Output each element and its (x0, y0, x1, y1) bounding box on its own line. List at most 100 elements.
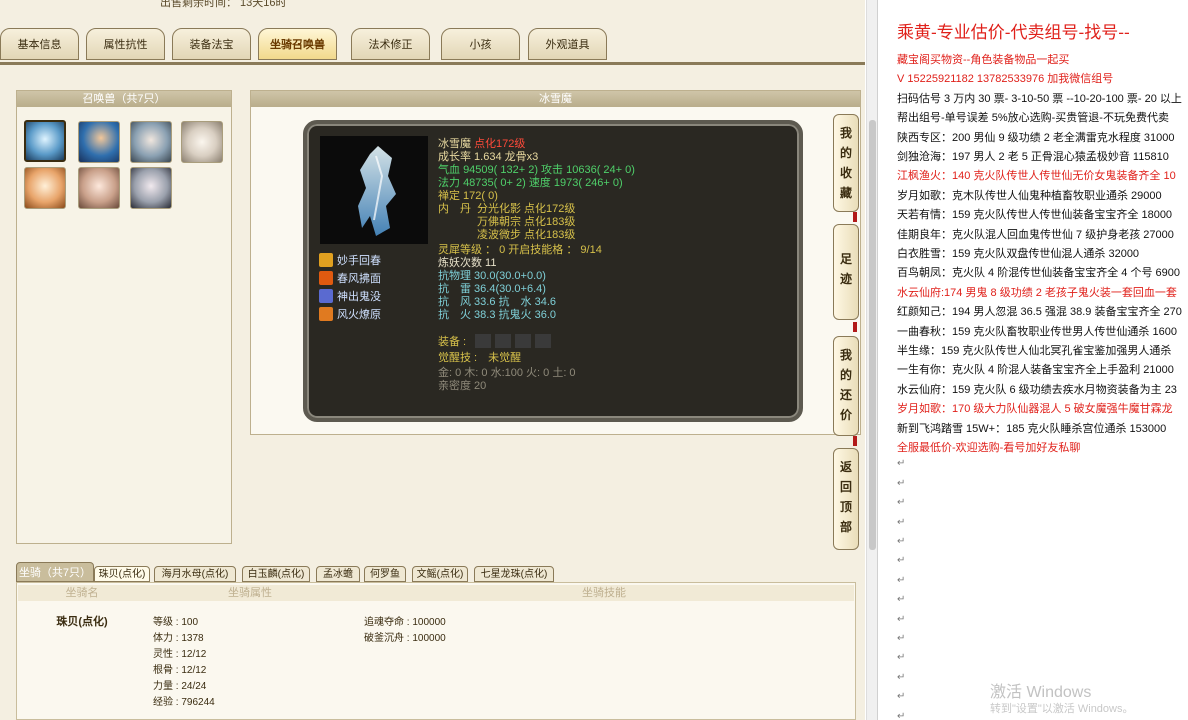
mount-name: 珠贝(点化) (56, 616, 108, 628)
skill-icon (319, 307, 333, 321)
doc-title: 乘黄-专业估价-代卖组号-找号-- (897, 23, 1130, 43)
my-offers-button[interactable]: 我的还价 (833, 336, 859, 436)
mount-experience: 经验 : 796244 (153, 697, 215, 708)
tab-spell-correction[interactable]: 法术修正 (351, 28, 430, 60)
summon-thumb-4[interactable] (181, 121, 223, 163)
neidan-3: 凌波微步 点化183级 (477, 229, 576, 241)
tab-basic-info[interactable]: 基本信息 (0, 28, 79, 60)
my-favorites-button[interactable]: 我的收藏 (833, 114, 859, 212)
doc-line: V 15225921182 13782533976 加我微信组号 (897, 73, 1114, 86)
neidan-2: 万佛朝宗 点化183级 (477, 216, 576, 228)
mount-spirit: 灵性 : 12/12 (153, 649, 207, 660)
summon-skill-4: 风火燎原 (319, 306, 381, 322)
doc-line: 江枫渔火：140 克火队传世人传世仙无价女鬼装备齐全 10 (897, 170, 1176, 183)
tab-mounts-summons[interactable]: 坐骑召唤兽 (258, 28, 337, 60)
summon-thumb-3[interactable] (130, 121, 172, 163)
paragraph-mark: ↵ (897, 458, 906, 470)
summon-skill-3: 神出鬼没 (319, 288, 381, 304)
tab-children[interactable]: 小孩 (441, 28, 520, 60)
mount-tab-3[interactable]: 白玉麟(点化) (242, 566, 310, 582)
back-to-top-button[interactable]: 返回顶部 (833, 448, 859, 550)
paragraph-mark: ↵ (897, 652, 906, 664)
paragraph-mark: ↵ (897, 633, 906, 644)
five-elements: 金: 0 木: 0 水:100 火: 0 土: 0 (438, 367, 576, 379)
windows-activation-watermark: 激活 Windows (990, 684, 1092, 701)
main-tabs: 基本信息 属性抗性 装备法宝 坐骑召唤兽 法术修正 小孩 外观道具 (0, 28, 865, 62)
divider-pin (853, 212, 857, 222)
mount-tab-5[interactable]: 何罗鱼 (364, 566, 406, 582)
tab-equipment[interactable]: 装备法宝 (172, 28, 251, 60)
neidan-1: 分光化影 点化172级 (477, 203, 576, 215)
summon-detail-title: 冰雪魔 (251, 91, 860, 107)
mount-header-attributes: 坐骑属性 (228, 587, 272, 599)
resist-physical: 抗物理 30.0(30.0+0.0) (438, 270, 546, 282)
equip-slot-1[interactable] (475, 334, 491, 348)
doc-line: 半生缘：159 克火队传世人仙北冥孔雀宝鉴加强男人通杀 (897, 345, 1172, 357)
summon-list-panel: 召唤兽（共7只） (16, 90, 232, 544)
footprints-button[interactable]: 足迹 (833, 224, 859, 320)
summon-hp: 94509( 132+ 2) (463, 164, 538, 176)
tab-appearance[interactable]: 外观道具 (528, 28, 607, 60)
doc-line: 扫码估号 3 万内 30 票- 3-10-50 票 --10-20-100 票-… (897, 92, 1182, 105)
doc-line: 百鸟朝凤：克火队 4 阶混传世仙装备宝宝齐全 4 个号 6900 (897, 267, 1180, 280)
resist-fire: 抗 火 38.3 抗鬼火 36.0 (438, 309, 556, 321)
mount-skill-2: 破釜沉舟 : 100000 (364, 633, 446, 644)
paragraph-mark: ↵ (897, 710, 906, 720)
equip-slot-2[interactable] (495, 334, 511, 348)
mount-tab-6[interactable]: 文鳐(点化) (412, 566, 468, 582)
equip-label: 装备 : (438, 336, 467, 348)
lianyao-count: 炼妖次数 11 (438, 257, 497, 269)
paragraph-mark: ↵ (897, 516, 906, 528)
doc-line: 白衣胜雪：159 克火队双盘传世仙混人通杀 32000 (897, 248, 1140, 260)
mount-skill-1: 追魂夺命 : 100000 (364, 617, 446, 628)
doc-line: 一生有你：克火队 4 阶混人装备宝宝齐全上手盈利 21000 (897, 364, 1174, 377)
summon-list-title: 召唤兽（共7只） (17, 91, 231, 107)
windows-activation-hint: 转到"设置"以激活 Windows。 (990, 703, 1134, 715)
tab-attributes[interactable]: 属性抗性 (86, 28, 165, 60)
mount-tab-7[interactable]: 七星龙珠(点化) (474, 566, 554, 582)
document-pane: 乘黄-专业估价-代卖组号-找号-- 藏宝阁买物资--角色装备物品一起买 V 152… (877, 0, 1188, 720)
sale-time-remaining: 出售剩余时间： 13天16时 (160, 0, 287, 9)
tab-underline (0, 62, 865, 65)
summon-thumb-2[interactable] (78, 121, 120, 163)
paragraph-mark: ↵ (897, 497, 906, 509)
summon-name: 冰雪魔 (438, 138, 471, 150)
summon-attack: 10636( 24+ 0) (566, 164, 635, 176)
summon-skill-2: 春风拂面 (319, 270, 381, 286)
skill-icon (319, 271, 333, 285)
divider-pin (853, 322, 857, 332)
summon-grade: 点化172级 (474, 138, 526, 150)
mount-tab-4[interactable]: 孟冰蟾 (316, 566, 360, 582)
scrollbar[interactable] (866, 0, 877, 720)
equip-slot-4[interactable] (535, 334, 551, 348)
doc-line: 水云仙府:174 男鬼 8 级功绩 2 老孩子鬼火装一套回血一套 (897, 286, 1177, 299)
doc-line: 岁月如歌：克木队传世人仙鬼种植畜牧职业通杀 29000 (897, 189, 1162, 202)
summon-skill-1: 妙手回春 (319, 252, 381, 268)
mount-level: 等级 : 100 (153, 617, 199, 628)
paragraph-mark: ↵ (897, 574, 906, 586)
resist-wind-water: 抗 风 33.6 抗 水 34.6 (438, 296, 556, 308)
mount-bone: 根骨 : 12/12 (153, 665, 207, 676)
summon-speed: 1973( 246+ 0) (553, 177, 623, 189)
summon-thumb-6[interactable] (78, 167, 120, 209)
equip-slot-3[interactable] (515, 334, 531, 348)
resist-thunder: 抗 雷 36.4(30.0+6.4) (438, 283, 546, 295)
scrollbar-thumb[interactable] (869, 120, 876, 550)
mount-tab-1[interactable]: 珠贝(点化) (94, 566, 150, 582)
summon-thumb-1[interactable] (24, 120, 66, 162)
doc-line: 水云仙府：159 克火队 6 级功绩去疾水月物资装备为主 23 (897, 383, 1177, 396)
doc-line: 剑独沧海：197 男人 2 老 5 正骨混心猿孟极妙音 115810 (897, 151, 1169, 163)
paragraph-mark: ↵ (897, 536, 906, 547)
mount-header-name: 坐骑名 (65, 587, 99, 599)
doc-line: 陕西专区：200 男仙 9 级功绩 2 老全满雷克水程度 31000 (897, 131, 1175, 144)
mount-strength: 力量 : 24/24 (153, 681, 207, 692)
summon-card: 妙手回春 春风拂面 神出鬼没 风火燎原 冰雪魔 点化172级 成长率 1.634… (303, 120, 803, 422)
summon-thumb-7[interactable] (130, 167, 172, 209)
summon-zen: 禅定 172( 0) (438, 190, 498, 202)
paragraph-mark: ↵ (897, 477, 906, 489)
mount-tab-2[interactable]: 海月水母(点化) (154, 566, 236, 582)
awaken-skill: 觉醒技 : 未觉醒 (438, 352, 522, 364)
doc-line: 天若有情：159 克火队传世人传世仙装备宝宝齐全 18000 (897, 209, 1173, 222)
skill-icon (319, 253, 333, 267)
summon-thumb-5[interactable] (24, 167, 66, 209)
